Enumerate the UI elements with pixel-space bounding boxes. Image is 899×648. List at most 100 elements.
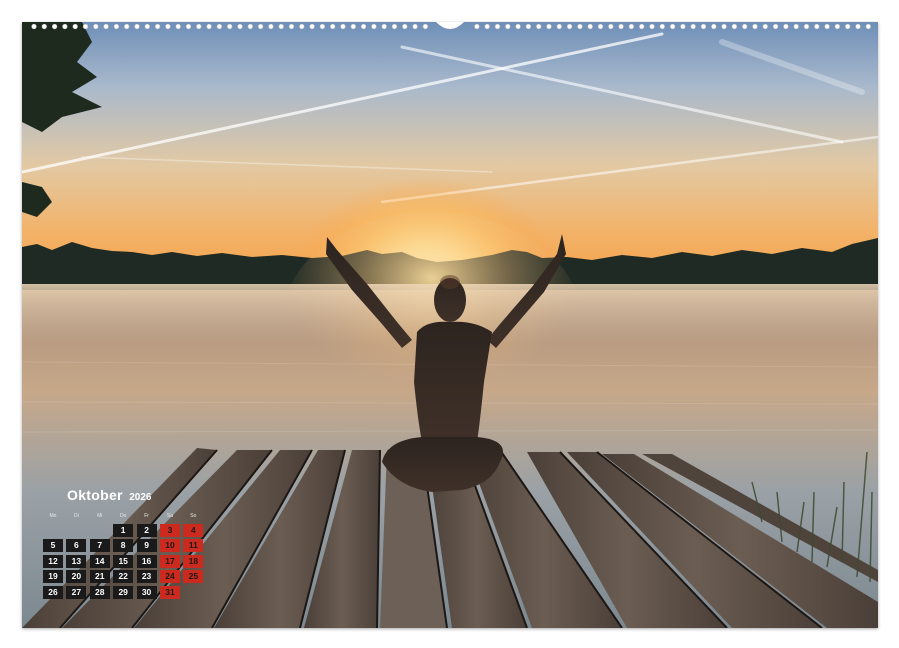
binding-hole <box>134 23 140 30</box>
binding-hole <box>82 23 89 30</box>
calendar-month: Oktober <box>67 487 123 503</box>
binding-hole <box>268 23 274 30</box>
calendar-title: Oktober 2026 <box>67 487 151 505</box>
binding-hole <box>618 23 624 30</box>
weekday-header: Do <box>119 513 127 519</box>
binding-hole <box>494 23 501 30</box>
binding-hole <box>165 23 171 30</box>
binding-hole <box>185 23 192 30</box>
weekday-header: Fr <box>144 513 149 519</box>
binding-hole <box>762 23 768 30</box>
binding-hole <box>381 23 387 30</box>
calendar-blank-cell <box>66 524 86 537</box>
calendar-day: 9 <box>136 539 157 552</box>
weekday-header: Mi <box>97 513 103 519</box>
binding-hole <box>546 23 552 30</box>
calendar-weekend-day: 3 <box>159 523 180 537</box>
binding-hole <box>824 23 830 30</box>
binding-hole <box>278 23 284 30</box>
binding-hole <box>597 23 604 30</box>
calendar-day: 13 <box>66 554 87 568</box>
binding-hole <box>649 23 655 30</box>
binding-hole <box>350 23 356 30</box>
calendar-day: 7 <box>89 539 110 552</box>
weekday-header: So <box>190 513 197 519</box>
calendar-day: 6 <box>66 539 87 552</box>
calendar-day: 12 <box>43 554 63 568</box>
binding-hole <box>196 23 202 30</box>
weekday-header: Mo <box>49 513 57 519</box>
binding-hole <box>484 23 490 30</box>
binding-hole <box>669 23 676 30</box>
calendar-day: 29 <box>113 585 134 599</box>
binding-hole <box>175 23 181 30</box>
calendar-day: 15 <box>113 554 134 568</box>
calendar-weekend-day: 24 <box>159 570 180 583</box>
calendar-day: 27 <box>66 585 87 599</box>
calendar-weekend-day: 18 <box>183 554 204 568</box>
binding-hole <box>803 23 810 30</box>
month-calendar: Oktober 2026 Mo Di Mi Do Fr Sa So 1 2 3 4 5 6 7 8 9 10 11… <box>43 487 208 599</box>
binding-hole <box>103 23 109 30</box>
binding-hole <box>41 23 47 30</box>
binding-hole <box>216 23 222 30</box>
calendar-weekend-day: 11 <box>183 539 204 552</box>
calendar-weekend-day: 4 <box>183 523 204 537</box>
binding-hole <box>783 23 789 30</box>
binding-hole <box>680 23 686 30</box>
binding-hole <box>237 23 243 30</box>
binding-hole <box>700 23 707 30</box>
binding-hole <box>505 23 511 30</box>
binding-hole <box>556 23 562 30</box>
binding-hole <box>628 23 635 30</box>
binding-hole <box>566 23 573 30</box>
binding-hole <box>113 23 119 30</box>
calendar-weekend-day: 31 <box>159 585 180 599</box>
calendar-day: 19 <box>43 570 63 583</box>
binding-hole <box>772 23 779 30</box>
calendar-weekend-day: 10 <box>159 539 180 552</box>
calendar-day: 1 <box>113 523 134 537</box>
calendar-weekend-day: 25 <box>183 570 204 583</box>
binding-hole <box>144 23 150 30</box>
binding-hole <box>51 23 58 30</box>
calendar-day: 28 <box>89 585 110 599</box>
calendar-day: 30 <box>136 585 157 599</box>
binding-hole <box>62 23 68 30</box>
calendar-day: 21 <box>89 570 110 583</box>
binding-hole <box>361 23 367 30</box>
binding-hole <box>309 23 315 30</box>
calendar-day: 20 <box>66 570 87 583</box>
binding-hole <box>247 23 253 30</box>
binding-hole <box>587 23 593 30</box>
binding-hole <box>536 23 542 30</box>
binding-hole <box>155 23 161 30</box>
calendar-blank-cell <box>183 586 203 599</box>
calendar-day: 23 <box>136 570 157 583</box>
binding-hole <box>402 23 408 30</box>
binding-hole <box>299 23 305 30</box>
calendar-blank-cell <box>90 524 110 537</box>
binding-hole <box>412 23 418 30</box>
binding-hole <box>608 23 614 30</box>
binding-hole <box>371 23 377 30</box>
binding-hole <box>855 23 861 30</box>
binding-hole <box>227 23 233 30</box>
weekday-header: Sa <box>166 513 174 519</box>
calendar-blank-cell <box>43 524 63 537</box>
calendar-day: 26 <box>43 585 63 599</box>
binding-hole <box>391 23 398 30</box>
calendar-day: 14 <box>89 554 110 568</box>
weekday-header: Di <box>74 513 79 519</box>
binding-hole <box>793 23 799 30</box>
calendar-year: 2026 <box>129 492 152 503</box>
calendar-weekend-day: 17 <box>159 554 180 568</box>
binding-hole <box>731 23 738 30</box>
binding-hole <box>639 23 645 30</box>
binding-hole <box>834 23 841 30</box>
binding-hole <box>288 23 295 30</box>
calendar-day: 8 <box>113 539 134 552</box>
binding-hole <box>340 23 346 30</box>
binding-hole <box>515 23 521 30</box>
binding-hole <box>742 23 748 30</box>
